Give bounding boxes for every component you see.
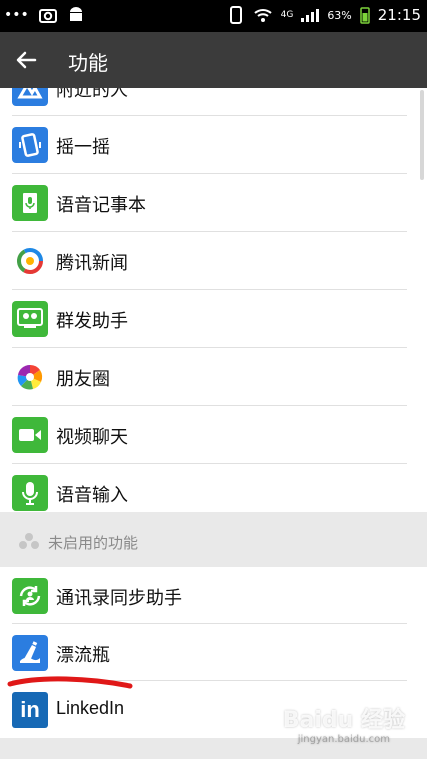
app-header: 功能 <box>0 32 427 88</box>
linkedin-icon: in <box>12 692 48 728</box>
item-label: 漂流瓶 <box>56 645 110 666</box>
red-underline-annotation <box>7 676 133 689</box>
item-label: LinkedIn <box>56 698 125 718</box>
clock: 21:15 <box>377 6 421 24</box>
back-arrow-icon <box>16 51 37 69</box>
section-header-disabled: 未启用的功能 <box>0 512 427 567</box>
item-label: 朋友圈 <box>56 369 110 390</box>
contacts-sync-icon <box>12 578 48 614</box>
voice-notebook-icon <box>12 185 48 221</box>
list-item-voice-input[interactable]: 语音输入 <box>0 464 427 512</box>
list-item-contacts-sync[interactable]: 通讯录同步助手 <box>0 567 427 624</box>
battery-icon <box>360 7 370 24</box>
list-item-moments[interactable]: 朋友圈 <box>0 348 427 405</box>
enabled-features-list: 附近的人 摇一摇 语音记事本 腾讯新闻 群发助手 朋友圈 视频聊天 语音输入 <box>0 88 427 512</box>
list-item-shake[interactable]: 摇一摇 <box>0 116 427 173</box>
list-item-nearby-people[interactable]: 附近的人 <box>0 88 427 116</box>
android-icon <box>69 7 82 21</box>
list-item-group-send[interactable]: 群发助手 <box>0 290 427 347</box>
list-item-tencent-news[interactable]: 腾讯新闻 <box>0 232 427 289</box>
nearby-people-icon <box>12 88 48 106</box>
status-right: 4G 63% 21:15 <box>229 6 421 24</box>
item-label: 语音输入 <box>56 485 128 506</box>
item-label: 语音记事本 <box>56 195 146 216</box>
list-item-voice-notebook[interactable]: 语音记事本 <box>0 174 427 231</box>
video-chat-icon <box>12 417 48 453</box>
network-indicator: 4G <box>280 10 294 20</box>
watermark-main: Baidu 经验 <box>282 708 405 733</box>
item-label: 摇一摇 <box>56 137 110 158</box>
battery-percent: 63% <box>327 8 352 22</box>
list-item-video-chat[interactable]: 视频聊天 <box>0 406 427 463</box>
wifi-icon <box>253 9 272 22</box>
tencent-news-icon <box>12 243 48 279</box>
signal-icon <box>301 9 320 22</box>
features-section-icon <box>19 533 39 549</box>
item-label: 附近的人 <box>56 88 128 101</box>
voice-input-icon <box>12 475 48 511</box>
item-label: 通讯录同步助手 <box>56 588 182 609</box>
back-button[interactable] <box>10 44 42 76</box>
drift-bottle-icon <box>12 635 48 671</box>
scrollbar[interactable] <box>420 90 424 180</box>
more-dots-icon: ••• <box>4 7 29 23</box>
camera-icon <box>38 9 57 23</box>
section-title: 未启用的功能 <box>48 534 139 552</box>
status-left: ••• <box>4 6 85 24</box>
watermark-sub: jingyan.baidu.com <box>297 734 391 745</box>
status-bar: ••• 4G 63% 21:15 <box>0 0 427 32</box>
item-label: 视频聊天 <box>56 427 128 448</box>
sim-phone-icon <box>229 6 242 24</box>
moments-icon <box>12 359 48 395</box>
baidu-watermark: Baidu 经验 jingyan.baidu.com <box>283 702 405 745</box>
item-label: 群发助手 <box>56 311 128 332</box>
shake-icon <box>12 127 48 163</box>
group-send-icon <box>12 301 48 337</box>
item-label: 腾讯新闻 <box>56 253 128 274</box>
page-title: 功能 <box>68 51 108 75</box>
